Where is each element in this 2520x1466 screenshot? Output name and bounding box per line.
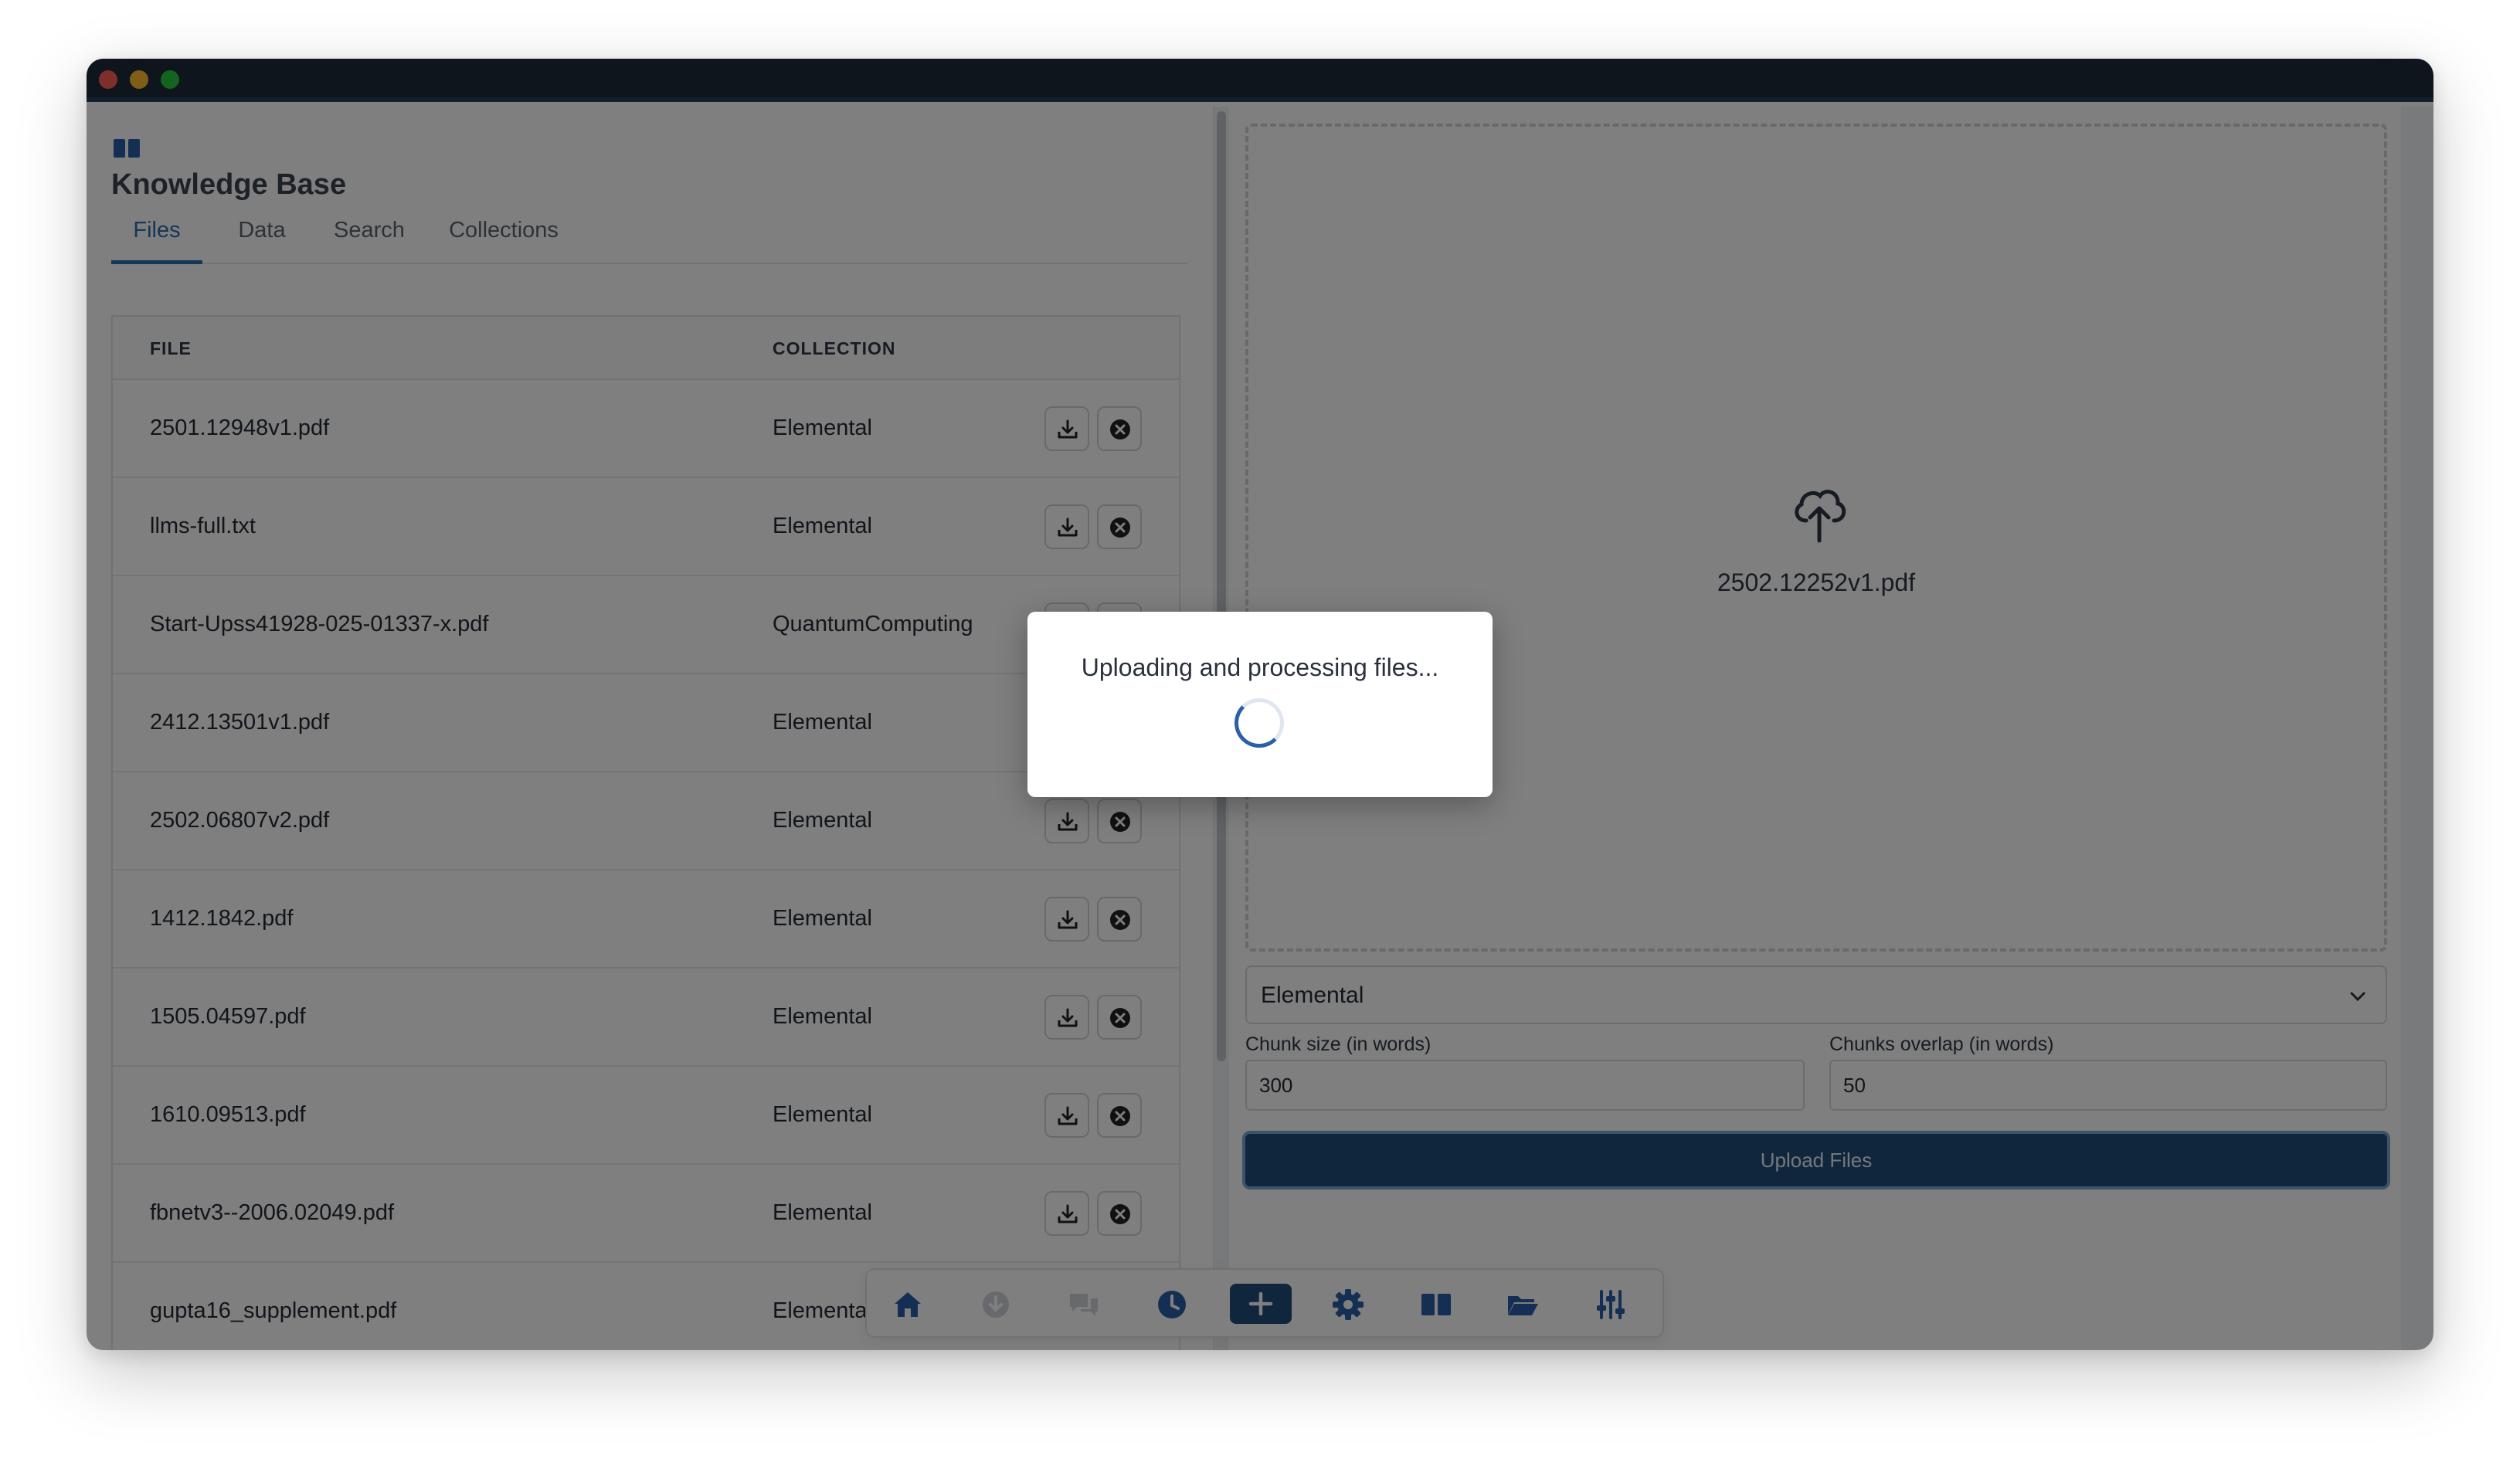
loading-spinner — [1235, 698, 1284, 748]
upload-progress-modal: Uploading and processing files... — [1027, 612, 1493, 797]
modal-message: Uploading and processing files... — [1081, 653, 1439, 681]
